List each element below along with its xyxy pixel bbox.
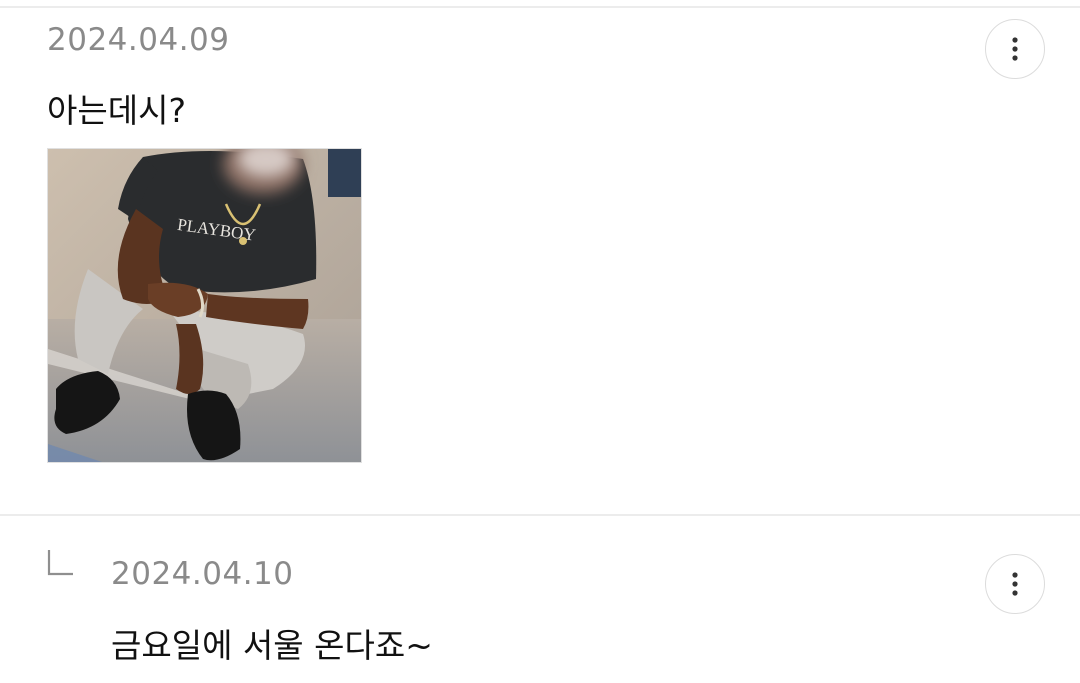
comment-text: 금요일에 서울 온다죠~: [111, 626, 433, 665]
more-vertical-icon: [1012, 572, 1018, 596]
comment-thread: 2024.04.09 아는데시? PLAYBOY 2024.04.10 금요일에…: [0, 0, 1080, 683]
more-vertical-icon: [1012, 37, 1018, 61]
comment-date: 2024.04.09: [47, 22, 230, 58]
comment-date: 2024.04.10: [111, 556, 294, 592]
divider: [0, 514, 1080, 516]
reply-arrow-icon: [47, 550, 73, 576]
photo-man-crouching: PLAYBOY: [48, 149, 361, 462]
divider: [0, 6, 1080, 8]
more-options-button[interactable]: [985, 19, 1045, 79]
comment-text: 아는데시?: [47, 91, 186, 130]
more-options-button[interactable]: [985, 554, 1045, 614]
comment-image[interactable]: PLAYBOY: [47, 148, 362, 463]
